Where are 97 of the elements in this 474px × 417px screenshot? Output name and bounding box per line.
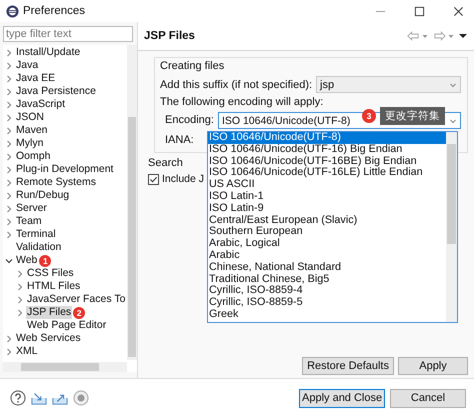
record-icon[interactable]: [73, 390, 89, 406]
dropdown-option[interactable]: ISO 10646/Unicode(UTF-16LE) Little Endian: [208, 167, 446, 180]
window-title: Preferences: [23, 5, 86, 17]
suffix-combo[interactable]: jsp: [316, 76, 461, 93]
field-label: IANA:: [164, 134, 194, 147]
dropdown-option[interactable]: Arabic, Logical: [208, 238, 446, 250]
group-title: Search: [148, 157, 183, 170]
expand-icon[interactable]: [5, 166, 13, 174]
scrollbar[interactable]: [3, 362, 127, 372]
tree-item[interactable]: Web Page Editor: [26, 319, 108, 332]
expand-icon[interactable]: [5, 88, 13, 96]
tree-item[interactable]: Oomph: [15, 150, 52, 163]
step-badge: 3: [362, 109, 376, 123]
group-title: Creating files: [160, 60, 224, 73]
caret-icon[interactable]: [449, 80, 457, 88]
dropdown-icon[interactable]: [448, 33, 454, 39]
dropdown-option[interactable]: Central/East European (Slavic): [208, 214, 446, 226]
cancel-button[interactable]: Cancel: [390, 388, 466, 408]
expand-icon[interactable]: [16, 308, 24, 316]
tree-item[interactable]: Plug-in Development: [15, 163, 114, 176]
help-icon[interactable]: [10, 390, 26, 406]
expand-icon[interactable]: [5, 204, 13, 212]
tooltip: 更改字符集: [380, 107, 445, 125]
field-label: Add this suffix (if not specified):: [160, 78, 312, 90]
field-label: The following encoding will apply:: [160, 96, 324, 109]
field-label: Encoding:: [165, 114, 214, 127]
expand-icon[interactable]: [16, 296, 24, 304]
tree-item[interactable]: JSON: [15, 111, 46, 124]
dropdown-icon[interactable]: [422, 33, 428, 39]
expand-icon[interactable]: [5, 334, 13, 342]
apply-and-close-button[interactable]: Apply and Close: [299, 388, 385, 408]
expand-icon[interactable]: [5, 348, 13, 356]
expand-icon[interactable]: [5, 218, 13, 226]
tree-item[interactable]: JavaServer Faces To: [26, 293, 126, 306]
tree-item[interactable]: Terminal: [15, 228, 57, 241]
step-badge: 1: [39, 254, 52, 266]
dropdown-option[interactable]: Greek: [208, 308, 446, 321]
expand-icon[interactable]: [5, 74, 13, 82]
menu-icon[interactable]: [459, 33, 467, 39]
tree-item[interactable]: Mylyn: [15, 137, 44, 150]
tree-item[interactable]: Java EE: [15, 72, 56, 85]
back-icon[interactable]: [407, 31, 420, 41]
tree-item[interactable]: Remote Systems: [15, 176, 97, 189]
expand-icon[interactable]: [5, 140, 13, 148]
dropdown-option[interactable]: Cyrillic, ISO-8859-4: [208, 285, 446, 298]
expand-icon[interactable]: [5, 114, 13, 122]
expand-icon[interactable]: [16, 282, 24, 290]
dropdown-option[interactable]: ISO Latin-1: [208, 190, 446, 203]
tree-item[interactable]: Maven: [15, 124, 49, 137]
tree-item[interactable]: Server: [15, 202, 48, 215]
scrollbar[interactable]: [446, 132, 457, 322]
dropdown-option[interactable]: ISO 10646/Unicode(UTF-8): [208, 132, 446, 144]
expand-icon[interactable]: [5, 230, 13, 238]
page-title: JSP Files: [144, 30, 195, 42]
tree-item[interactable]: Web: [15, 254, 38, 267]
tree-item[interactable]: Java: [15, 59, 40, 72]
app-icon: [6, 4, 19, 18]
dropdown-option[interactable]: Cyrillic, ISO-8859-5: [208, 297, 446, 309]
expand-icon[interactable]: [5, 126, 13, 134]
close-icon[interactable]: [453, 6, 464, 16]
maximize-icon[interactable]: [414, 6, 425, 16]
tree-item[interactable]: HTML Files: [26, 280, 82, 293]
restore-defaults-button[interactable]: Restore Defaults: [302, 357, 394, 375]
dropdown-option[interactable]: Traditional Chinese, Big5: [208, 274, 446, 286]
expand-icon[interactable]: [5, 62, 13, 70]
expand-icon[interactable]: [16, 270, 24, 278]
expand-icon[interactable]: [5, 192, 13, 200]
expand-icon[interactable]: [5, 152, 13, 160]
dropdown-option[interactable]: Chinese, National Standard: [208, 262, 446, 274]
tree-item[interactable]: JSP Files: [26, 306, 72, 319]
tree-item[interactable]: CSS Files: [26, 267, 75, 280]
scrollbar[interactable]: [127, 45, 137, 360]
expand-icon[interactable]: [5, 100, 13, 108]
tree-item[interactable]: Install/Update: [15, 46, 82, 59]
tree-item[interactable]: Web Services: [15, 332, 82, 345]
dropdown-option[interactable]: Arabic: [208, 250, 446, 262]
collapse-icon[interactable]: [5, 256, 13, 264]
apply-button[interactable]: Apply: [398, 357, 468, 375]
caret-icon[interactable]: [449, 116, 457, 124]
filter-field[interactable]: type filter text: [3, 26, 133, 42]
step-badge: 2: [73, 306, 86, 318]
dropdown-option[interactable]: US ASCII: [208, 179, 446, 191]
tree-item[interactable]: JavaScript: [15, 98, 66, 111]
checkbox-label: Include J: [162, 173, 204, 185]
tree-item[interactable]: Run/Debug: [15, 189, 70, 202]
dropdown-option[interactable]: ISO 10646/Unicode(UTF-16BE) Big Endian: [208, 156, 446, 168]
dropdown-option[interactable]: Southern European: [208, 226, 446, 238]
expand-icon[interactable]: [5, 48, 13, 56]
expand-icon[interactable]: [5, 178, 13, 186]
tree-item[interactable]: Java Persistence: [15, 85, 97, 98]
dropdown-option[interactable]: ISO Latin-9: [208, 202, 446, 215]
forward-icon[interactable]: [433, 31, 446, 41]
tree-item[interactable]: XML: [15, 345, 39, 358]
dropdown-option[interactable]: ISO 10646/Unicode(UTF-16) Big Endian: [208, 144, 446, 156]
tree-item[interactable]: Validation: [15, 241, 62, 254]
tree-item[interactable]: Team: [15, 215, 43, 228]
checkbox[interactable]: [148, 174, 159, 184]
